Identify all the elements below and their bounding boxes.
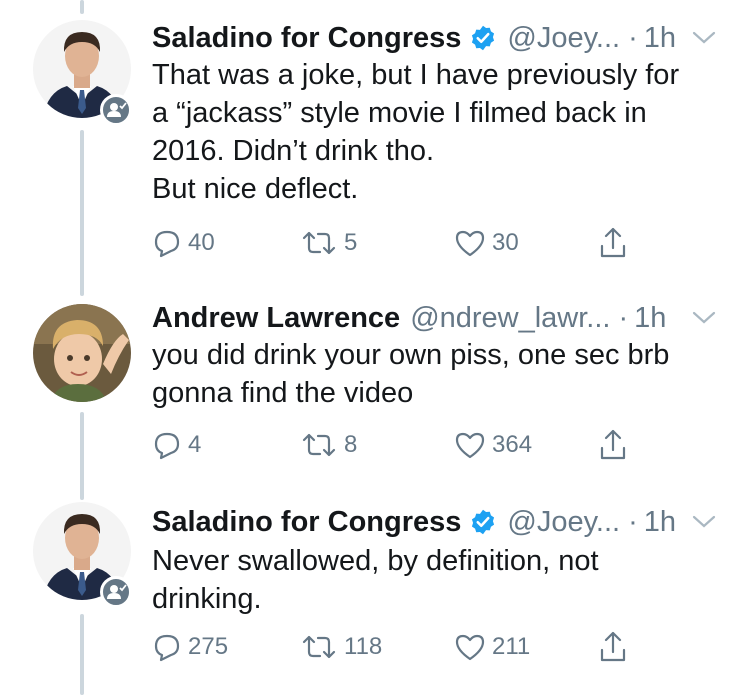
tweet-text: Never swallowed, by definition, not drin… — [152, 542, 732, 618]
verified-badge-icon — [472, 509, 495, 535]
tweet-text-line: Never swallowed, by definition, not — [152, 545, 599, 577]
tweet-text-line: But nice deflect. — [152, 173, 359, 205]
handle[interactable]: @ndrew_lawr... — [410, 302, 610, 335]
tweet-actions: 40 5 30 — [152, 226, 712, 260]
avatar[interactable] — [33, 304, 131, 402]
verified-badge-icon — [472, 25, 495, 51]
timestamp[interactable]: 1h — [634, 302, 666, 335]
heart-icon — [455, 230, 485, 257]
chevron-down-icon[interactable] — [690, 28, 718, 48]
heart-icon — [455, 432, 485, 459]
tweet-text-line: gonna find the video — [152, 377, 414, 409]
retweet-icon — [302, 635, 336, 659]
like-button[interactable]: 211 — [454, 630, 530, 664]
child-photo-avatar — [33, 304, 131, 402]
user-check-icon — [107, 102, 127, 117]
tweet-text-line: 2016. Didn’t drink tho. — [152, 135, 435, 167]
chevron-down-icon[interactable] — [690, 308, 718, 328]
handle[interactable]: @Joey... — [507, 506, 620, 539]
separator-dot: · — [628, 505, 638, 538]
display-name[interactable]: Saladino for Congress — [152, 22, 461, 55]
handle[interactable]: @Joey... — [507, 22, 620, 55]
share-icon — [600, 227, 626, 258]
reply-button[interactable]: 275 — [152, 630, 228, 664]
display-name[interactable]: Saladino for Congress — [152, 506, 461, 539]
timestamp[interactable]: 1h — [644, 506, 676, 539]
tweet[interactable]: Saladino for Congress @Joey... · 1h That… — [0, 0, 750, 280]
tweet-actions: 4 8 364 — [152, 428, 712, 462]
share-button[interactable] — [598, 630, 628, 664]
heart-icon — [455, 634, 485, 661]
retweet-count: 118 — [344, 633, 383, 660]
tweet-text-line: you did drink your own piss, one sec brb — [152, 339, 670, 371]
reply-count: 275 — [188, 633, 229, 660]
like-count: 30 — [492, 229, 519, 256]
reply-button[interactable]: 4 — [152, 428, 201, 462]
reply-count: 40 — [188, 229, 215, 256]
retweet-button[interactable]: 118 — [300, 630, 382, 664]
reply-icon — [154, 634, 180, 662]
share-icon — [600, 631, 626, 662]
tweet-actions: 275 118 211 — [152, 630, 712, 664]
like-count: 364 — [492, 431, 533, 458]
reply-icon — [154, 230, 180, 258]
share-button[interactable] — [598, 428, 628, 462]
user-check-icon — [107, 584, 127, 599]
tweet-text: you did drink your own piss, one sec brb… — [152, 336, 732, 412]
like-count: 211 — [492, 633, 531, 660]
tweet[interactable]: Andrew Lawrence @ndrew_lawr... · 1h you … — [0, 280, 750, 480]
retweet-count: 8 — [344, 431, 358, 458]
tweet[interactable]: Saladino for Congress @Joey... · 1h Neve… — [0, 484, 750, 695]
tweet-header: Andrew Lawrence @ndrew_lawr... · 1h — [152, 298, 740, 338]
retweet-button[interactable]: 8 — [300, 428, 357, 462]
share-icon — [600, 429, 626, 460]
tweet-text: That was a joke, but I have previously f… — [152, 56, 732, 208]
like-button[interactable]: 30 — [454, 226, 519, 260]
chevron-down-icon[interactable] — [690, 512, 718, 532]
tweet-text-line: That was a joke, but I have previously f… — [152, 59, 680, 91]
separator-dot: · — [628, 21, 638, 54]
reply-button[interactable]: 40 — [152, 226, 215, 260]
retweet-count: 5 — [344, 229, 358, 256]
separator-dot: · — [618, 301, 629, 334]
reply-icon — [154, 432, 180, 460]
like-button[interactable]: 364 — [454, 428, 532, 462]
retweet-icon — [302, 231, 336, 255]
timestamp[interactable]: 1h — [644, 22, 676, 55]
tweet-header: Saladino for Congress @Joey... · 1h — [152, 502, 740, 542]
tweet-text-line: drinking. — [152, 583, 262, 615]
conversation-badge — [100, 94, 132, 126]
tweet-header: Saladino for Congress @Joey... · 1h — [152, 18, 740, 58]
display-name[interactable]: Andrew Lawrence — [152, 302, 400, 335]
retweet-icon — [302, 433, 336, 457]
tweet-text-line: a “jackass” style movie I filmed back in — [152, 97, 647, 129]
conversation-badge — [100, 576, 132, 608]
share-button[interactable] — [598, 226, 628, 260]
reply-count: 4 — [188, 431, 202, 458]
retweet-button[interactable]: 5 — [300, 226, 357, 260]
